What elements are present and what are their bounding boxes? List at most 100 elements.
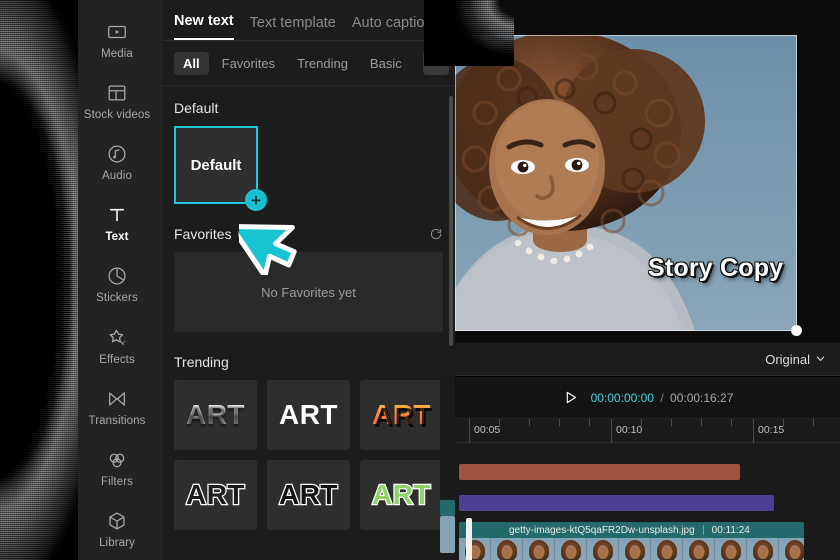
preview-canvas[interactable]: Story Copy xyxy=(455,35,797,331)
playhead-handle[interactable] xyxy=(466,518,472,560)
trending-label: Trending xyxy=(174,354,229,370)
timeline-ruler[interactable]: 00:05 00:10 00:15 xyxy=(455,419,840,443)
quality-dropdown-label: Original xyxy=(765,351,810,367)
thumbnail xyxy=(779,538,804,560)
sidebar-item-label: Stock videos xyxy=(83,109,151,122)
panel-content: Default Default + Favorites i No Favorit… xyxy=(162,100,455,530)
sidebar-item-transitions[interactable]: Transitions xyxy=(72,377,162,438)
tab-auto-captions[interactable]: Auto captions xyxy=(352,15,440,40)
timeline: 00:05 00:10 00:15 getty-images-ktQ5qaFR2… xyxy=(455,419,840,560)
tab-new-text[interactable]: New text xyxy=(174,13,234,40)
timecode-display: 00:00:00:00 / 00:00:16:27 xyxy=(591,391,734,405)
ruler-tick xyxy=(611,419,612,443)
transitions-icon xyxy=(106,388,128,410)
sidebar-item-label: Effects xyxy=(99,353,135,366)
sidebar-item-effects[interactable]: Effects xyxy=(72,316,162,377)
trending-card[interactable]: ART xyxy=(174,380,257,450)
media-clip-duration: 00:11:24 xyxy=(711,524,750,536)
filter-pill-favorites[interactable]: Favorites xyxy=(213,52,284,75)
ruler-tick xyxy=(783,419,784,426)
favorites-section-title: Favorites i xyxy=(174,226,443,242)
ruler-tick xyxy=(589,419,590,426)
filter-pill-trending[interactable]: Trending xyxy=(288,52,357,75)
art-preview-label: ART xyxy=(185,399,246,430)
ruler-tick xyxy=(701,419,702,426)
ruler-label: 00:05 xyxy=(474,424,501,436)
effects-icon xyxy=(106,327,128,349)
play-icon[interactable] xyxy=(562,389,579,406)
timeline-left-gutter xyxy=(440,376,455,500)
sidebar-item-media[interactable]: Media xyxy=(72,10,162,71)
chevron-down-icon[interactable] xyxy=(423,51,449,75)
timeline-clip-stub xyxy=(440,500,455,516)
trending-grid: ART ART ART ART ART ART xyxy=(174,380,443,530)
sidebar-item-audio[interactable]: Audio xyxy=(72,132,162,193)
current-timecode: 00:00:00:00 xyxy=(590,390,654,405)
art-preview-label: ART xyxy=(278,478,339,512)
sidebar-item-stock-videos[interactable]: Stock videos xyxy=(72,71,162,132)
add-text-button[interactable]: + xyxy=(245,189,267,211)
preview-photo xyxy=(455,35,797,331)
media-icon xyxy=(106,21,128,43)
ruler-tick xyxy=(641,419,642,426)
header-divider xyxy=(702,525,704,535)
chevron-down-icon xyxy=(815,352,826,367)
sidebar-item-library[interactable]: Library xyxy=(72,499,162,560)
left-nav-rail: Media Stock videos Audio Text Stickers E… xyxy=(72,0,162,560)
thumbnail xyxy=(747,538,779,560)
window-edge-mask xyxy=(0,0,78,560)
video-preview: Story Copy Original xyxy=(455,0,840,376)
tab-text-template[interactable]: Text template xyxy=(250,15,336,40)
timeline-clip-audio[interactable] xyxy=(459,495,774,511)
chevron-double-left-icon[interactable]: « xyxy=(441,16,449,31)
default-card-label: Default xyxy=(190,156,242,174)
art-preview-label: ART xyxy=(371,399,432,430)
trending-card[interactable]: ART xyxy=(174,460,257,530)
sidebar-item-label: Stickers xyxy=(96,292,138,305)
sidebar-item-label: Transitions xyxy=(88,414,146,427)
ruler-label: 00:10 xyxy=(616,424,643,436)
timeline-clip-text[interactable] xyxy=(459,464,740,480)
ruler-tick xyxy=(671,419,672,426)
default-section-title: Default xyxy=(174,100,443,116)
stock-videos-icon xyxy=(106,82,128,104)
panel-tab-bar: New text Text template Auto captions « xyxy=(162,0,455,40)
sidebar-item-label: Media xyxy=(101,48,133,61)
preview-toolbar: Original xyxy=(455,343,840,376)
trending-card[interactable]: ART xyxy=(267,380,350,450)
sidebar-item-stickers[interactable]: Stickers xyxy=(72,254,162,315)
refresh-icon[interactable] xyxy=(429,227,443,241)
media-clip-header: getty-images-ktQ5qaFR2Dw-unsplash.jpg 00… xyxy=(459,522,804,538)
library-icon xyxy=(106,510,128,532)
panel-scrollbar[interactable] xyxy=(449,96,453,346)
filter-pill-basic[interactable]: Basic xyxy=(361,52,411,75)
trending-card[interactable]: ART xyxy=(267,460,350,530)
filter-divider xyxy=(162,85,455,86)
default-text-card[interactable]: Default + xyxy=(174,126,267,211)
trending-card[interactable]: ART xyxy=(360,460,443,530)
resize-handle[interactable] xyxy=(791,325,802,336)
media-thumbnail-strip xyxy=(459,538,804,560)
audio-icon xyxy=(106,143,128,165)
ruler-tick xyxy=(813,419,814,426)
favorites-label: Favorites xyxy=(174,226,232,242)
ruler-tick xyxy=(469,419,470,443)
text-overlay[interactable]: Story Copy xyxy=(648,254,783,283)
info-icon[interactable]: i xyxy=(237,227,251,241)
ruler-label: 00:15 xyxy=(758,424,785,436)
thumbnail xyxy=(587,538,619,560)
transport-bar: 00:00:00:00 / 00:00:16:27 xyxy=(455,377,840,419)
thumbnail xyxy=(715,538,747,560)
media-clip-filename: getty-images-ktQ5qaFR2Dw-unsplash.jpg xyxy=(509,524,695,536)
sidebar-item-text[interactable]: Text xyxy=(72,193,162,254)
quality-dropdown[interactable]: Original xyxy=(765,352,826,367)
timeline-clip-media[interactable]: getty-images-ktQ5qaFR2Dw-unsplash.jpg 00… xyxy=(459,522,804,560)
thumbnail xyxy=(555,538,587,560)
thumbnail xyxy=(491,538,523,560)
sidebar-item-filters[interactable]: Filters xyxy=(72,438,162,499)
trending-card[interactable]: ART xyxy=(360,380,443,450)
empty-state-text: No Favorites yet xyxy=(261,284,356,300)
art-preview-label: ART xyxy=(279,399,338,431)
sidebar-item-label: Audio xyxy=(102,170,132,183)
filter-pill-all[interactable]: All xyxy=(174,51,209,75)
